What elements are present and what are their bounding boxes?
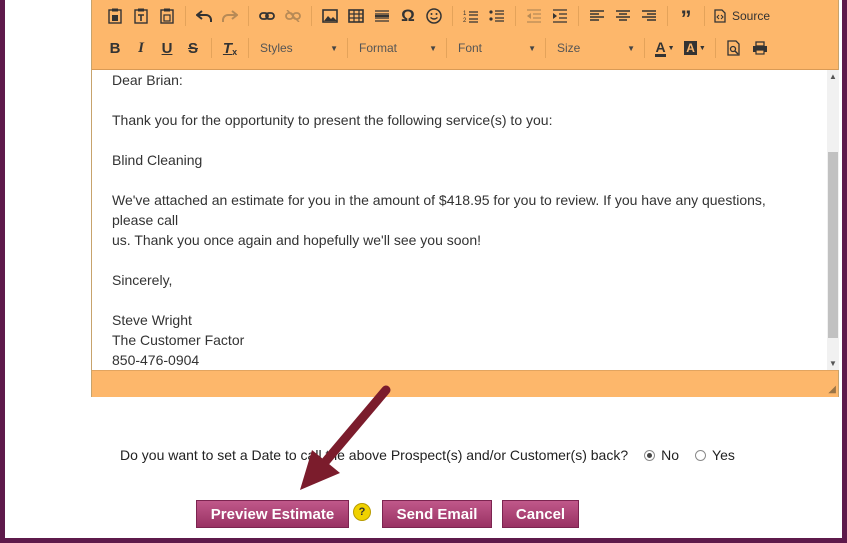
source-button[interactable]: Source bbox=[712, 5, 772, 27]
toolbar-separator bbox=[347, 38, 348, 58]
editor-blank-line bbox=[112, 170, 807, 190]
editor-blank-line bbox=[112, 130, 807, 150]
radio-yes-label: Yes bbox=[712, 447, 735, 463]
editor-blank-line bbox=[112, 250, 807, 270]
toolbar-separator bbox=[578, 6, 579, 26]
editor-text-line: Thank you for the opportunity to present… bbox=[112, 112, 553, 128]
radio-yes-dot[interactable] bbox=[695, 449, 707, 461]
toolbar-separator bbox=[715, 38, 716, 58]
link-icon[interactable] bbox=[256, 5, 278, 27]
chevron-down-icon: ▼ bbox=[528, 43, 536, 53]
table-icon[interactable] bbox=[345, 5, 367, 27]
preview-icon[interactable] bbox=[723, 37, 745, 59]
outdent-icon[interactable] bbox=[523, 5, 545, 27]
chevron-down-icon: ▼ bbox=[627, 43, 635, 53]
cancel-button[interactable]: Cancel bbox=[502, 500, 579, 528]
preview-estimate-button[interactable]: Preview Estimate bbox=[196, 500, 349, 528]
radio-no[interactable]: No bbox=[644, 447, 679, 463]
styles-label: Styles bbox=[260, 41, 293, 55]
editor-text-line: Sincerely, bbox=[112, 272, 173, 288]
indent-icon[interactable] bbox=[549, 5, 571, 27]
callback-question-row: Do you want to set a Date to call the ab… bbox=[120, 447, 735, 463]
text-color-icon[interactable]: A ▼ bbox=[652, 37, 678, 59]
toolbar-row-2: B I U S Tx Styles ▼ Format ▼ Font ▼ Size ▼ A… bbox=[102, 33, 773, 63]
scroll-up-icon[interactable]: ▲ bbox=[829, 72, 837, 81]
horizontal-rule-icon[interactable] bbox=[371, 5, 393, 27]
resize-grip-icon[interactable]: ◢ bbox=[828, 384, 836, 395]
format-label: Format bbox=[359, 41, 398, 55]
strikethrough-icon[interactable]: S bbox=[182, 37, 204, 59]
svg-text:2: 2 bbox=[463, 18, 467, 23]
background-color-icon[interactable]: A ▼ bbox=[682, 37, 708, 59]
source-label: Source bbox=[732, 9, 771, 23]
size-dropdown[interactable]: Size ▼ bbox=[551, 37, 639, 59]
toolbar-separator bbox=[545, 38, 546, 58]
align-center-icon[interactable] bbox=[612, 5, 634, 27]
bold-icon[interactable]: B bbox=[104, 37, 126, 59]
font-label: Font bbox=[458, 41, 483, 55]
toolbar-separator bbox=[667, 6, 668, 26]
underline-icon[interactable]: U bbox=[156, 37, 178, 59]
remove-format-icon[interactable]: Tx bbox=[219, 37, 241, 59]
editor-scrollbar[interactable]: ▲ ▼ bbox=[827, 70, 839, 370]
paste-icon[interactable] bbox=[104, 5, 126, 27]
toolbar-separator bbox=[211, 38, 212, 58]
editor-blank-line bbox=[112, 290, 807, 310]
editor-status-bar: ◢ bbox=[92, 370, 838, 397]
print-icon[interactable] bbox=[749, 37, 771, 59]
paste-as-text-icon[interactable] bbox=[130, 5, 152, 27]
styles-dropdown[interactable]: Styles ▼ bbox=[254, 37, 342, 59]
source-icon bbox=[714, 9, 726, 23]
format-dropdown[interactable]: Format ▼ bbox=[353, 37, 441, 59]
image-icon[interactable] bbox=[319, 5, 341, 27]
toolbar-separator bbox=[515, 6, 516, 26]
toolbar-separator bbox=[248, 38, 249, 58]
smiley-icon[interactable] bbox=[423, 5, 445, 27]
editor-text-line: 850-476-0904 bbox=[112, 352, 200, 368]
redo-icon[interactable] bbox=[219, 5, 241, 27]
bulleted-list-icon[interactable] bbox=[486, 5, 508, 27]
size-label: Size bbox=[557, 41, 581, 55]
scrollbar-thumb[interactable] bbox=[828, 152, 838, 338]
editor-text-line: us. Thank you once again and hopefully w… bbox=[112, 232, 481, 248]
undo-icon[interactable] bbox=[193, 5, 215, 27]
blockquote-icon[interactable]: ” bbox=[675, 5, 697, 27]
chevron-down-icon: ▼ bbox=[429, 43, 437, 53]
omega-icon[interactable]: Ω bbox=[397, 5, 419, 27]
toolbar-separator bbox=[452, 6, 453, 26]
toolbar-separator bbox=[248, 6, 249, 26]
editor-text-line: Dear Brian: bbox=[112, 72, 183, 88]
toolbar-separator bbox=[704, 6, 705, 26]
editor-text-line: The Customer Factor bbox=[112, 332, 245, 348]
align-right-icon[interactable] bbox=[638, 5, 660, 27]
toolbar-separator bbox=[185, 6, 186, 26]
help-icon[interactable]: ? bbox=[353, 503, 371, 521]
editor-toolbar: Ω 12 ” Source B I U S Tx Styles ▼ Format… bbox=[92, 0, 838, 70]
toolbar-row-1: Ω 12 ” Source bbox=[102, 1, 774, 31]
send-email-button[interactable]: Send Email bbox=[382, 500, 492, 528]
chevron-down-icon: ▼ bbox=[330, 43, 338, 53]
toolbar-separator bbox=[644, 38, 645, 58]
numbered-list-icon[interactable]: 12 bbox=[460, 5, 482, 27]
toolbar-separator bbox=[311, 6, 312, 26]
svg-text:1: 1 bbox=[463, 11, 467, 17]
editor-text-line: Blind Cleaning bbox=[112, 152, 203, 168]
align-left-icon[interactable] bbox=[586, 5, 608, 27]
radio-no-label: No bbox=[661, 447, 680, 463]
editor-blank-line bbox=[112, 90, 807, 110]
radio-no-dot[interactable] bbox=[644, 449, 656, 461]
radio-yes[interactable]: Yes bbox=[695, 447, 735, 463]
callback-question-text: Do you want to set a Date to call the ab… bbox=[120, 447, 629, 463]
paste-from-word-icon[interactable] bbox=[156, 5, 178, 27]
italic-icon[interactable]: I bbox=[130, 37, 152, 59]
toolbar-separator bbox=[446, 38, 447, 58]
editor-content-area[interactable]: Dear Brian: Thank you for the opportunity… bbox=[92, 70, 827, 370]
editor-text-line: We've attached an estimate for you in th… bbox=[112, 192, 766, 228]
scroll-down-icon[interactable]: ▼ bbox=[829, 359, 837, 368]
font-dropdown[interactable]: Font ▼ bbox=[452, 37, 540, 59]
unlink-icon[interactable] bbox=[282, 5, 304, 27]
rich-text-editor: Ω 12 ” Source B I U S Tx Styles ▼ Format… bbox=[91, 0, 839, 397]
editor-text-line: Steve Wright bbox=[112, 312, 192, 328]
